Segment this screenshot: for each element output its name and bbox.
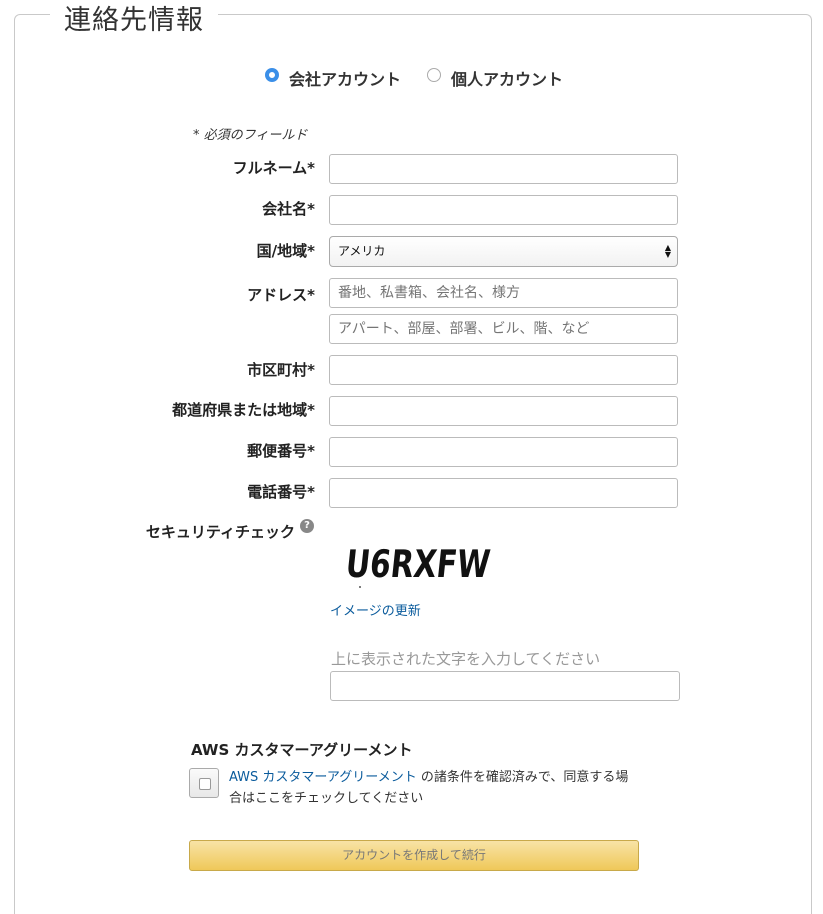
full-name-label: フルネーム* <box>232 159 315 177</box>
country-select[interactable]: アメリカ ▲ ▼ <box>329 236 678 267</box>
select-arrows-icon: ▲ ▼ <box>664 243 671 259</box>
state-label: 都道府県または地域* <box>172 401 315 419</box>
radio-selected-icon[interactable] <box>265 68 279 82</box>
agreement-checkbox[interactable] <box>189 768 219 798</box>
phone-label: 電話番号* <box>247 483 315 501</box>
create-account-button[interactable]: アカウントを作成して続行 <box>189 840 639 871</box>
section-title: 連絡先情報 <box>50 0 218 42</box>
help-icon[interactable]: ? <box>300 519 314 533</box>
captcha-input[interactable] <box>330 671 680 701</box>
city-label: 市区町村* <box>247 361 315 379</box>
company-name-input[interactable] <box>329 195 678 225</box>
checkbox-box-icon[interactable] <box>199 778 211 790</box>
city-input[interactable] <box>329 355 678 385</box>
agreement-text: AWS カスタマーアグリーメント の諸条件を確認済みで、同意する場合はここをチェ… <box>229 767 639 809</box>
radio-unselected-icon[interactable] <box>427 68 441 82</box>
agreement-title: AWS カスタマーアグリーメント <box>191 741 413 759</box>
postal-code-label: 郵便番号* <box>247 442 315 460</box>
customer-agreement-link[interactable]: AWS カスタマーアグリーメント <box>229 770 417 785</box>
company-name-label: 会社名* <box>262 200 315 218</box>
country-label: 国/地域* <box>256 242 315 260</box>
full-name-input[interactable] <box>329 154 678 184</box>
captcha-hint: 上に表示された文字を入力してください <box>331 650 601 668</box>
radio-company-account[interactable]: 会社アカウント <box>265 66 401 90</box>
account-type-group: 会社アカウント 個人アカウント <box>0 66 823 92</box>
refresh-image-link[interactable]: イメージの更新 <box>330 600 421 619</box>
address-line2-input[interactable] <box>329 314 678 344</box>
postal-code-input[interactable] <box>329 437 678 467</box>
required-fields-note: * 必須のフィールド <box>193 128 308 143</box>
captcha-text: U6RXFW <box>345 542 492 586</box>
address-label: アドレス* <box>247 286 315 304</box>
state-input[interactable] <box>329 396 678 426</box>
phone-input[interactable] <box>329 478 678 508</box>
radio-personal-account[interactable]: 個人アカウント <box>427 66 563 90</box>
radio-company-label: 会社アカウント <box>289 70 402 89</box>
captcha-image: U6RXFW <box>345 542 492 588</box>
address-line1-input[interactable] <box>329 278 678 308</box>
security-check-label: セキュリティチェック <box>145 523 295 541</box>
radio-personal-label: 個人アカウント <box>451 70 564 89</box>
country-selected-value: アメリカ <box>338 244 386 258</box>
